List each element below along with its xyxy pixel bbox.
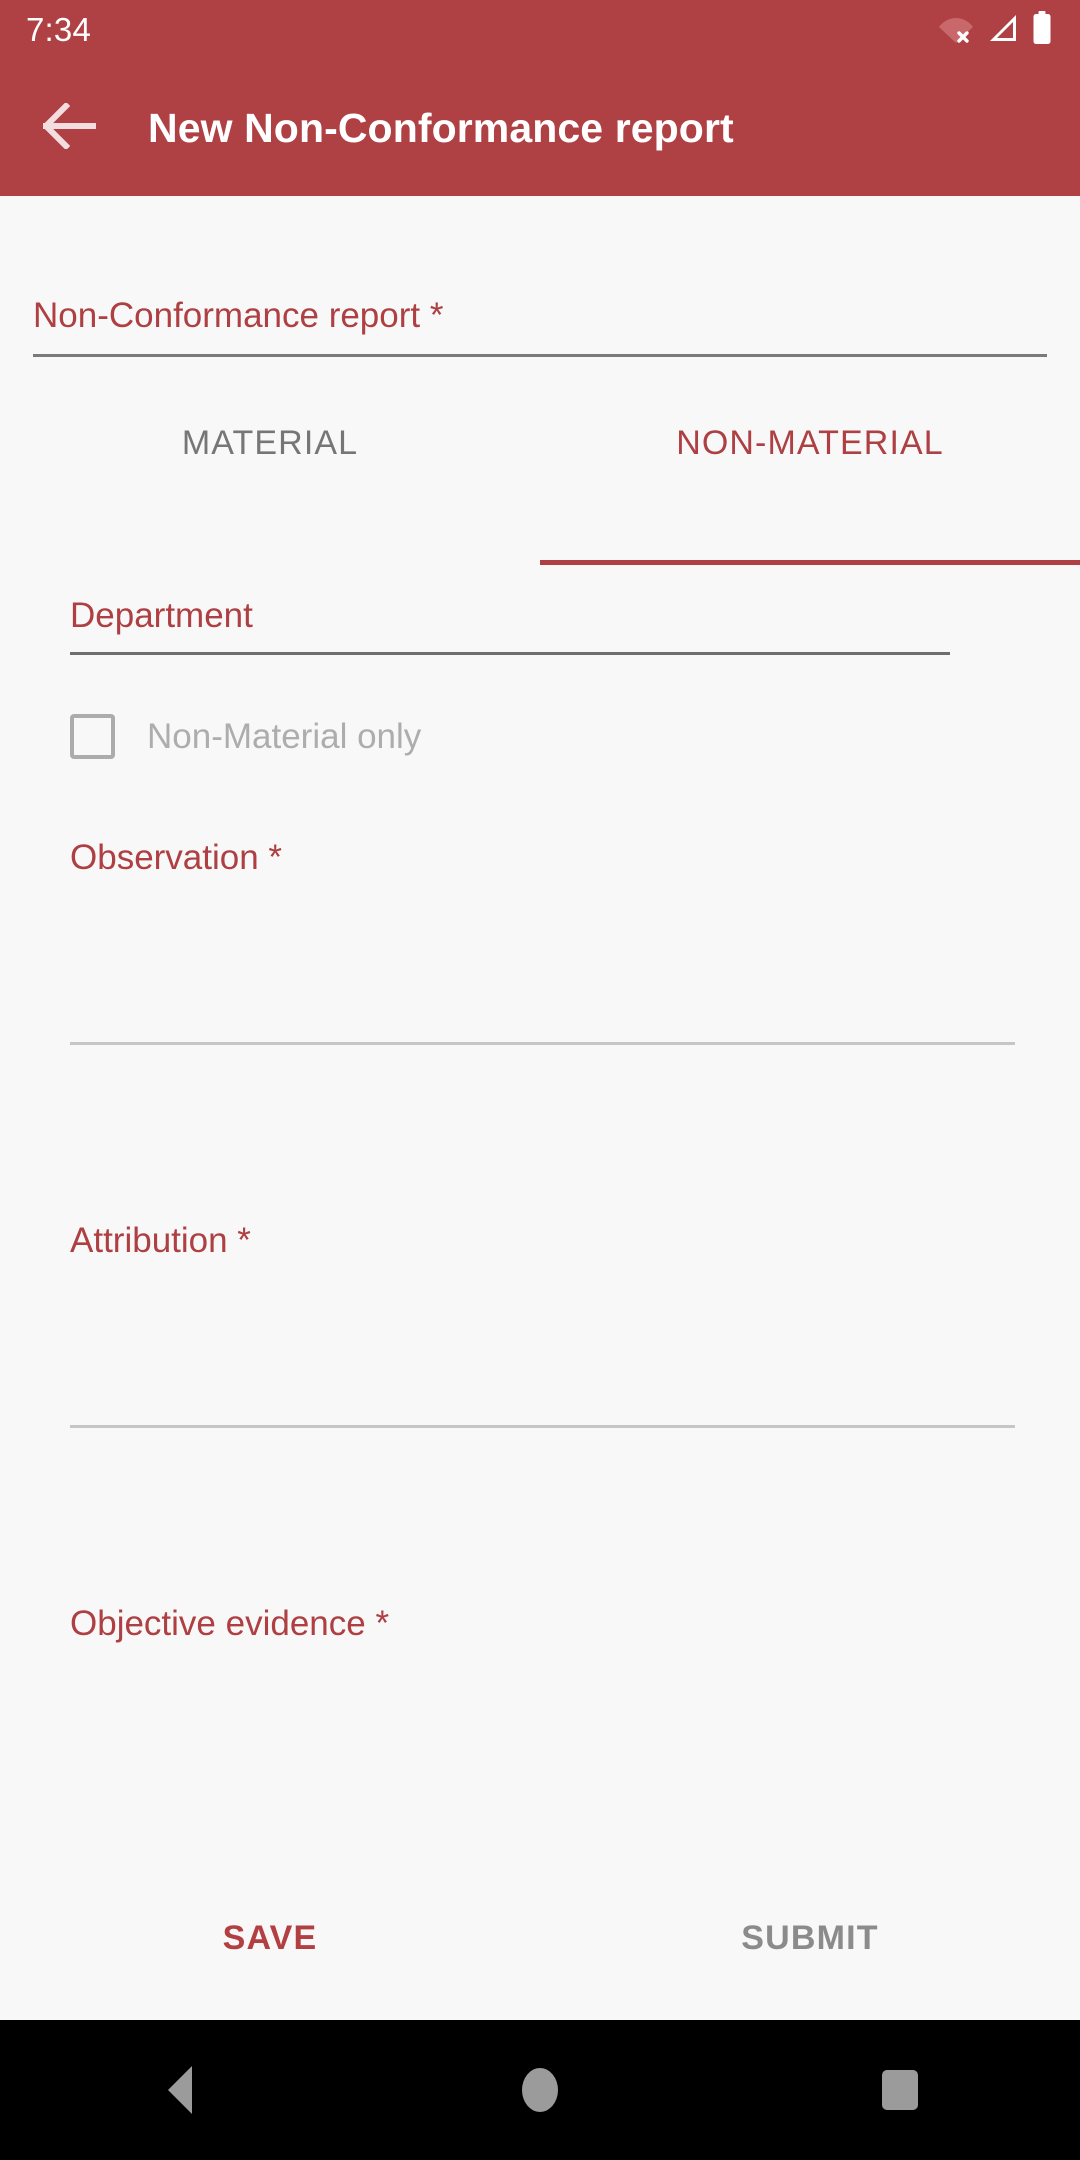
tab-non-material-label: NON-MATERIAL [676, 424, 944, 462]
department-underline [70, 652, 950, 655]
status-bar: 7:34 [0, 0, 1080, 60]
nav-back-icon [168, 2066, 192, 2114]
report-picker-label: Non-Conformance report * [33, 296, 444, 335]
app-bar: New Non-Conformance report [0, 60, 1080, 196]
tab-material[interactable]: MATERIAL [0, 408, 540, 565]
tab-material-label: MATERIAL [181, 424, 359, 462]
battery-icon [1032, 10, 1052, 50]
status-bar-clock: 7:34 [26, 11, 92, 48]
observation-input[interactable] [70, 880, 1015, 1042]
page-title: New Non-Conformance report [148, 104, 734, 151]
save-button-label: SAVE [222, 1918, 318, 1957]
attribution-divider [70, 1425, 1015, 1428]
submit-button[interactable]: SUBMIT [540, 1856, 1080, 2020]
arrow-back-icon [41, 101, 97, 154]
report-picker-underline [33, 354, 1047, 357]
department-field[interactable]: Department [70, 594, 950, 655]
save-button[interactable]: SAVE [0, 1856, 540, 2020]
tab-active-indicator [540, 560, 1080, 565]
objective-evidence-label: Objective evidence * [70, 1604, 390, 1643]
cellular-signal-icon [987, 12, 1019, 49]
non-material-only-label: Non-Material only [147, 716, 422, 756]
report-picker-field[interactable]: Non-Conformance report * [33, 294, 1047, 357]
attribution-input[interactable] [70, 1263, 1015, 1425]
form-content: Non-Conformance report * MATERIAL NON-MA… [0, 196, 1080, 2020]
observation-field[interactable]: Observation * [70, 836, 1015, 1045]
observation-divider [70, 1042, 1015, 1045]
attribution-field[interactable]: Attribution * [70, 1219, 1015, 1428]
wifi-off-icon [938, 12, 974, 49]
nav-recents-button[interactable] [810, 2020, 990, 2160]
action-button-bar: SAVE SUBMIT [0, 1856, 1080, 2020]
android-navigation-bar [0, 2020, 1080, 2160]
tab-bar: MATERIAL NON-MATERIAL [0, 408, 1080, 568]
nav-back-button[interactable] [90, 2020, 270, 2160]
nav-recents-icon [882, 2070, 918, 2110]
department-label: Department [70, 596, 253, 635]
status-bar-icons [938, 10, 1052, 50]
objective-evidence-field[interactable]: Objective evidence * [70, 1602, 1015, 1808]
objective-evidence-input[interactable] [70, 1646, 1015, 1808]
nav-home-icon [522, 2068, 558, 2112]
attribution-label: Attribution * [70, 1221, 251, 1260]
non-material-only-checkbox-row[interactable]: Non-Material only [70, 714, 421, 759]
submit-button-label: SUBMIT [741, 1918, 879, 1957]
tab-non-material[interactable]: NON-MATERIAL [540, 408, 1080, 565]
observation-label: Observation * [70, 838, 283, 877]
back-button[interactable] [22, 80, 118, 176]
checkbox-unchecked-icon[interactable] [70, 714, 115, 759]
nav-home-button[interactable] [450, 2020, 630, 2160]
